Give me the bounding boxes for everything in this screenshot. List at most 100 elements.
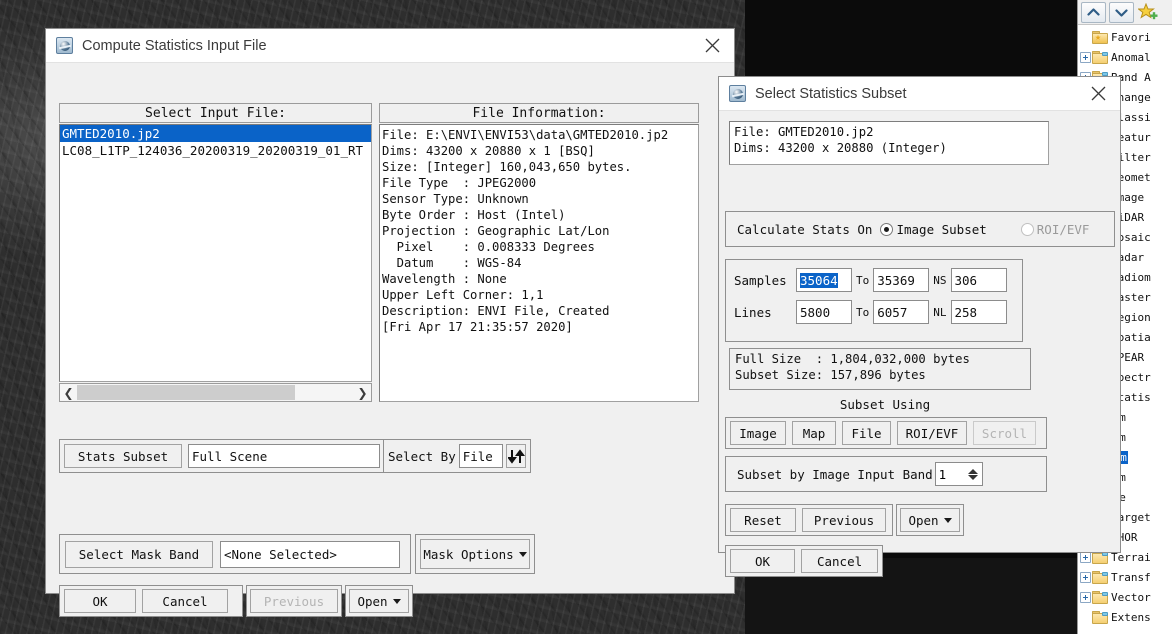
samples-to-label: To [856, 274, 869, 287]
band-number-input[interactable]: 1 [935, 462, 983, 486]
folder-icon [1092, 571, 1108, 584]
ok-button[interactable]: OK [64, 589, 136, 613]
stats-subset-group: Stats Subset Full Scene [59, 439, 386, 473]
select-mask-band-button[interactable]: Select Mask Band [65, 541, 213, 568]
info-line: Size: [Integer] 160,043,650 bytes. [382, 159, 698, 175]
dialog2-okcancel-group: OK Cancel [725, 545, 883, 577]
info-line: Pixel : 0.008333 Degrees [382, 239, 698, 255]
stats-subset-button[interactable]: Stats Subset [64, 444, 182, 468]
ns-label: NS [933, 274, 946, 287]
envi-app-icon [56, 37, 73, 54]
reset-button[interactable]: Reset [730, 508, 796, 532]
star-add-icon[interactable] [1137, 2, 1159, 23]
expand-plus-icon[interactable] [1080, 592, 1091, 603]
band-number-value: 1 [939, 467, 947, 482]
subset-size-line: Subset Size: 157,896 bytes [735, 367, 1030, 383]
open-button[interactable]: Open [900, 508, 960, 532]
info-line: Dims: 43200 x 20880 (Integer) [734, 140, 1048, 156]
dialog1-open-group: Open [345, 585, 413, 617]
folder-icon [1092, 611, 1108, 624]
dialog1-title-text: Compute Statistics Input File [82, 38, 267, 54]
up-down-arrows-icon[interactable] [506, 444, 526, 468]
select-by-value[interactable]: File [459, 444, 503, 468]
toolbox-item-anomal[interactable]: Anomal [1078, 47, 1172, 67]
lines-to-input[interactable]: 6057 [873, 300, 929, 324]
calculate-stats-on-label: Calculate Stats On [737, 222, 872, 237]
hscrollbar-track[interactable] [295, 385, 354, 400]
subset-by-band-label: Subset by Image Input Band [737, 467, 933, 482]
dialog1-previous-group: Previous [246, 585, 342, 617]
list-item[interactable]: GMTED2010.jp2 [60, 125, 371, 142]
samples-from-input[interactable]: 35064 [796, 268, 852, 292]
subset-using-buttons: Image Map File ROI/EVF Scroll [725, 417, 1047, 449]
toolbox-item-vector[interactable]: Vector [1078, 587, 1172, 607]
select-by-group: Select By File [383, 439, 531, 473]
chevron-up-icon[interactable] [1081, 2, 1106, 23]
radio-image-subset[interactable]: Image Subset [880, 222, 986, 237]
subset-using-roi-evf-button[interactable]: ROI/EVF [897, 421, 967, 445]
envi-app-icon [729, 85, 746, 102]
samples-from-value: 35064 [800, 273, 838, 288]
info-line: Datum : WGS-84 [382, 255, 698, 271]
radio-roi-evf-label: ROI/EVF [1037, 222, 1090, 237]
subset-using-label: Subset Using [725, 397, 1045, 412]
caret-down-icon [944, 518, 952, 523]
ns-value-input[interactable]: 306 [951, 268, 1007, 292]
toolbox-item-label: Favori [1111, 31, 1151, 44]
dialog1-okcancel-group: OK Cancel [59, 585, 243, 617]
cancel-button[interactable]: Cancel [801, 549, 878, 573]
dialog2-titlebar[interactable]: Select Statistics Subset [719, 77, 1120, 111]
previous-button[interactable]: Previous [802, 508, 886, 532]
subset-using-map-button[interactable]: Map [792, 421, 836, 445]
info-line: Wavelength : None [382, 271, 698, 287]
samples-label: Samples [734, 273, 792, 288]
tree-spacer [1080, 32, 1091, 43]
previous-button: Previous [250, 589, 338, 613]
toolbox-toolbar [1078, 0, 1172, 25]
spinner-up-down-icon[interactable] [967, 465, 980, 484]
info-line: Dims: 43200 x 20880 x 1 [BSQ] [382, 143, 698, 159]
expand-plus-icon[interactable] [1080, 552, 1091, 563]
app-root: ★FavoriAnomalBand AChangeClassiFeaturFil… [0, 0, 1172, 634]
list-item[interactable]: LC08_L1TP_124036_20200319_20200319_01_RT [60, 142, 371, 159]
input-file-list-hscrollbar[interactable]: ❮ ❯ [59, 383, 372, 402]
cancel-button[interactable]: Cancel [142, 589, 228, 613]
nl-value-input[interactable]: 258 [951, 300, 1007, 324]
input-file-list[interactable]: GMTED2010.jp2 LC08_L1TP_124036_20200319_… [59, 124, 372, 382]
scroll-left-arrow[interactable]: ❮ [60, 384, 77, 401]
lines-from-input[interactable]: 5800 [796, 300, 852, 324]
ok-button[interactable]: OK [730, 549, 795, 573]
mask-options-label: Mask Options [423, 547, 513, 562]
hscrollbar-thumb[interactable] [77, 385, 295, 400]
toolbox-item-label: Transf [1111, 571, 1151, 584]
toolbox-item-label: Extens [1111, 611, 1151, 624]
favorites-folder-icon: ★ [1092, 31, 1108, 44]
mask-options-button[interactable]: Mask Options [420, 539, 530, 569]
samples-to-input[interactable]: 35369 [873, 268, 929, 292]
reset-previous-group: Reset Previous [725, 504, 893, 536]
dialog2-open-group: Open [896, 504, 964, 536]
close-icon[interactable] [690, 29, 734, 62]
select-by-label: Select By [388, 449, 456, 464]
select-mask-band-group: Select Mask Band <None Selected> [59, 534, 411, 574]
file-information-panel: File Information: File: E:\ENVI\ENVI53\d… [379, 103, 699, 403]
subset-using-group: Subset Using [725, 397, 1055, 412]
dialog1-titlebar[interactable]: Compute Statistics Input File [46, 29, 734, 63]
caret-down-icon [393, 599, 401, 604]
subset-using-scroll-button: Scroll [973, 421, 1036, 445]
subset-using-file-button[interactable]: File [842, 421, 891, 445]
open-button[interactable]: Open [349, 589, 409, 613]
close-icon[interactable] [1076, 77, 1120, 110]
calculate-stats-on-group: Calculate Stats On Image Subset ROI/EVF [725, 211, 1115, 247]
subset-using-image-button[interactable]: Image [730, 421, 786, 445]
info-line: File: E:\ENVI\ENVI53\data\GMTED2010.jp2 [382, 127, 698, 143]
toolbox-item-transf[interactable]: Transf [1078, 567, 1172, 587]
chevron-down-icon[interactable] [1109, 2, 1134, 23]
expand-plus-icon[interactable] [1080, 572, 1091, 583]
toolbox-item-extens[interactable]: Extens [1078, 607, 1172, 627]
toolbox-item-favori[interactable]: ★Favori [1078, 27, 1172, 47]
info-line: File: GMTED2010.jp2 [734, 124, 1048, 140]
expand-plus-icon[interactable] [1080, 52, 1091, 63]
scroll-right-arrow[interactable]: ❯ [354, 384, 371, 401]
select-statistics-subset-dialog: Select Statistics Subset File: GMTED2010… [718, 76, 1121, 553]
